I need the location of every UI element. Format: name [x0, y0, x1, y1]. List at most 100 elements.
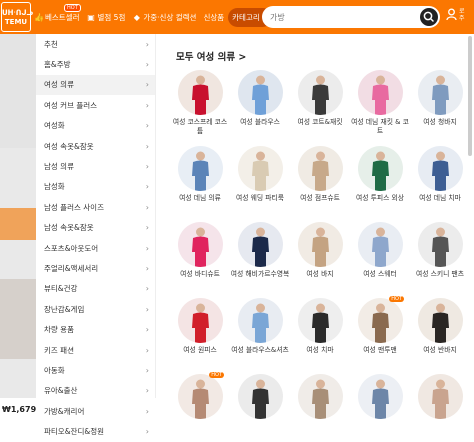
subcategory-item[interactable]: 여성 스웨터: [350, 222, 410, 288]
category-menu-item[interactable]: 여성 속옷&잠옷 ›: [36, 136, 155, 156]
subcategory-item[interactable]: 여성 바디슈트: [170, 222, 230, 288]
subcategory-image: [297, 70, 343, 115]
model-silhouette: [251, 75, 269, 115]
category-menu-item[interactable]: 가방&캐리어 ›: [36, 401, 155, 421]
category-menu-label: 키즈 패션: [44, 345, 74, 355]
subcategory-image: [177, 298, 223, 343]
subcategory-image: [177, 374, 223, 419]
category-menu-item[interactable]: 아동화 ›: [36, 360, 155, 380]
subcategory-item[interactable]: 여성 바지: [290, 222, 350, 288]
model-silhouette: [371, 75, 389, 115]
subcategory-item[interactable]: HOT 여성 맨투맨: [350, 296, 410, 364]
subcategory-label: 여성 점프슈트: [300, 194, 340, 202]
panel-title[interactable]: 모두 여성 의류 >: [176, 49, 246, 63]
subcategory-item[interactable]: 여성 코트&재킷: [290, 70, 350, 136]
model-silhouette: [191, 227, 209, 267]
subcategory-label: [290, 422, 350, 440]
subcategory-item[interactable]: 여성 블라우스&셔츠: [230, 298, 290, 364]
subcategory-item[interactable]: 여성 반바지: [410, 298, 470, 364]
account-label-line1: 로: [459, 8, 465, 15]
category-menu-item[interactable]: 홈&주방 ›: [36, 54, 155, 74]
subcategory-item[interactable]: 여성 데님 치마: [410, 146, 470, 212]
subcategory-item[interactable]: 여성 데님 의류: [170, 146, 230, 212]
subcategory-item[interactable]: 여성 블라우스: [230, 70, 290, 136]
subcategory-image: [297, 374, 343, 419]
subcategory-item[interactable]: 여성 웨딩 파티룩: [230, 146, 290, 212]
subcategory-image: [237, 222, 283, 267]
model-silhouette: [311, 75, 329, 115]
background-promo-strip: [0, 208, 36, 240]
nav-link-label: 신상품: [203, 12, 225, 22]
category-menu-item[interactable]: 여성 의류 ›: [36, 74, 155, 96]
subcategory-item[interactable]: 여성 스키니 팬츠: [410, 222, 470, 288]
category-menu-item[interactable]: 여성 커브 플러스 ›: [36, 95, 155, 115]
subcategory-item[interactable]: [290, 374, 350, 440]
category-menu-item[interactable]: 뷰티&건강 ›: [36, 279, 155, 299]
nav-link-label: 베스트셀러: [45, 12, 80, 22]
category-menu-item[interactable]: 장난감&게임 ›: [36, 299, 155, 319]
subcategory-item[interactable]: 여성 해비가르수영복: [230, 222, 290, 288]
subcategory-image: [237, 146, 283, 191]
subcategory-item[interactable]: 여성 코스프레 코스튬: [170, 70, 230, 136]
category-menu-item[interactable]: 스포츠&아웃도어 ›: [36, 238, 155, 258]
chevron-right-icon: ›: [145, 263, 149, 273]
subcategory-item[interactable]: 여성 원피스: [170, 298, 230, 364]
nav-links: 👍 베스트셀러 HOT ▣ 별점 5점 ◆ 가중·신상 컬렉션 신상품: [34, 3, 231, 23]
nav-link-1[interactable]: ▣ 별점 5점: [87, 12, 125, 23]
subcategory-label: 여성 데님 의류: [179, 194, 221, 202]
chevron-right-icon: ›: [145, 60, 149, 70]
category-menu-item[interactable]: 여성화 ›: [36, 116, 155, 136]
chevron-right-icon: ›: [145, 100, 149, 110]
nav-link-label: 가중·신상 컬렉션: [143, 12, 197, 22]
subcategory-image: [357, 298, 403, 343]
subcategory-item[interactable]: [230, 374, 290, 440]
category-menu-item[interactable]: 남성화 ›: [36, 177, 155, 197]
subcategory-grid: 여성 코스프레 코스튬 여성 블라우스 여성 코트&재킷 여성 데님 재킷 & 코트 여…: [170, 70, 470, 440]
subcategory-image: [357, 222, 403, 267]
category-menu-item[interactable]: 추천 ›: [36, 34, 155, 54]
category-menu-item[interactable]: 키즈 패션 ›: [36, 340, 155, 360]
category-menu-label: 주얼리&액세서리: [44, 263, 99, 273]
category-menu-item[interactable]: 주얼리&액세서리 ›: [36, 258, 155, 278]
subcategory-item[interactable]: 여성 치마: [290, 298, 350, 364]
category-menu-label: 남성화: [44, 182, 65, 192]
nav-link-3[interactable]: 신상품: [203, 12, 224, 23]
search-button[interactable]: [420, 8, 438, 26]
category-menu-label: 뷰티&건강: [44, 284, 78, 294]
category-menu-label: 가방&캐리어: [44, 406, 85, 416]
subcategory-label: 여성 투피스 외상: [355, 194, 405, 202]
nav-link-0[interactable]: 👍 베스트셀러 HOT: [34, 3, 81, 23]
subcategory-image: [417, 374, 463, 419]
model-silhouette: [431, 227, 449, 267]
category-menu-label: 차량 용품: [44, 325, 74, 335]
store-icon: ▣: [87, 12, 95, 22]
subcategory-label: 여성 반바지: [423, 346, 457, 354]
account-menu[interactable]: 로 주: [446, 8, 465, 22]
panel-scrollbar[interactable]: [468, 36, 472, 156]
subcategory-image: [417, 222, 463, 267]
subcategory-item[interactable]: 여성 점프슈트: [290, 146, 350, 212]
subcategory-item[interactable]: [410, 374, 470, 440]
nav-link-2[interactable]: ◆ 가중·신상 컬렉션: [132, 12, 197, 23]
subcategory-item[interactable]: HOT: [170, 372, 230, 440]
subcategory-label: 여성 해비가르수영복: [230, 270, 290, 278]
logo-line2: TEMU: [4, 18, 28, 26]
category-menu-item[interactable]: 남성 속옷&잠옷 ›: [36, 218, 155, 238]
subcategory-item[interactable]: 여성 데님 재킷 & 코트: [350, 70, 410, 136]
category-menu-item[interactable]: 남성 의류 ›: [36, 156, 155, 176]
model-silhouette: [251, 151, 269, 191]
temu-logo[interactable]: ᑌᕼᐧᑎᒍᓗ TEMU: [1, 2, 33, 32]
subcategory-image: [177, 146, 223, 191]
category-menu-label: 여성화: [44, 121, 65, 131]
subcategory-item[interactable]: 여성 투피스 외상: [350, 146, 410, 212]
subcategory-label: [170, 422, 230, 440]
subcategory-item[interactable]: 여성 청바지: [410, 70, 470, 136]
subcategory-item[interactable]: [350, 374, 410, 440]
hot-badge: HOT: [64, 3, 81, 12]
background-product-image: [0, 279, 36, 359]
category-menu-item[interactable]: 파티오&잔디&정원 ›: [36, 421, 155, 441]
tag-icon: ◆: [133, 12, 140, 22]
search-input[interactable]: [262, 6, 412, 28]
category-menu-item[interactable]: 남성 플러스 사이즈 ›: [36, 197, 155, 217]
category-menu-item[interactable]: 차량 용품 ›: [36, 319, 155, 339]
